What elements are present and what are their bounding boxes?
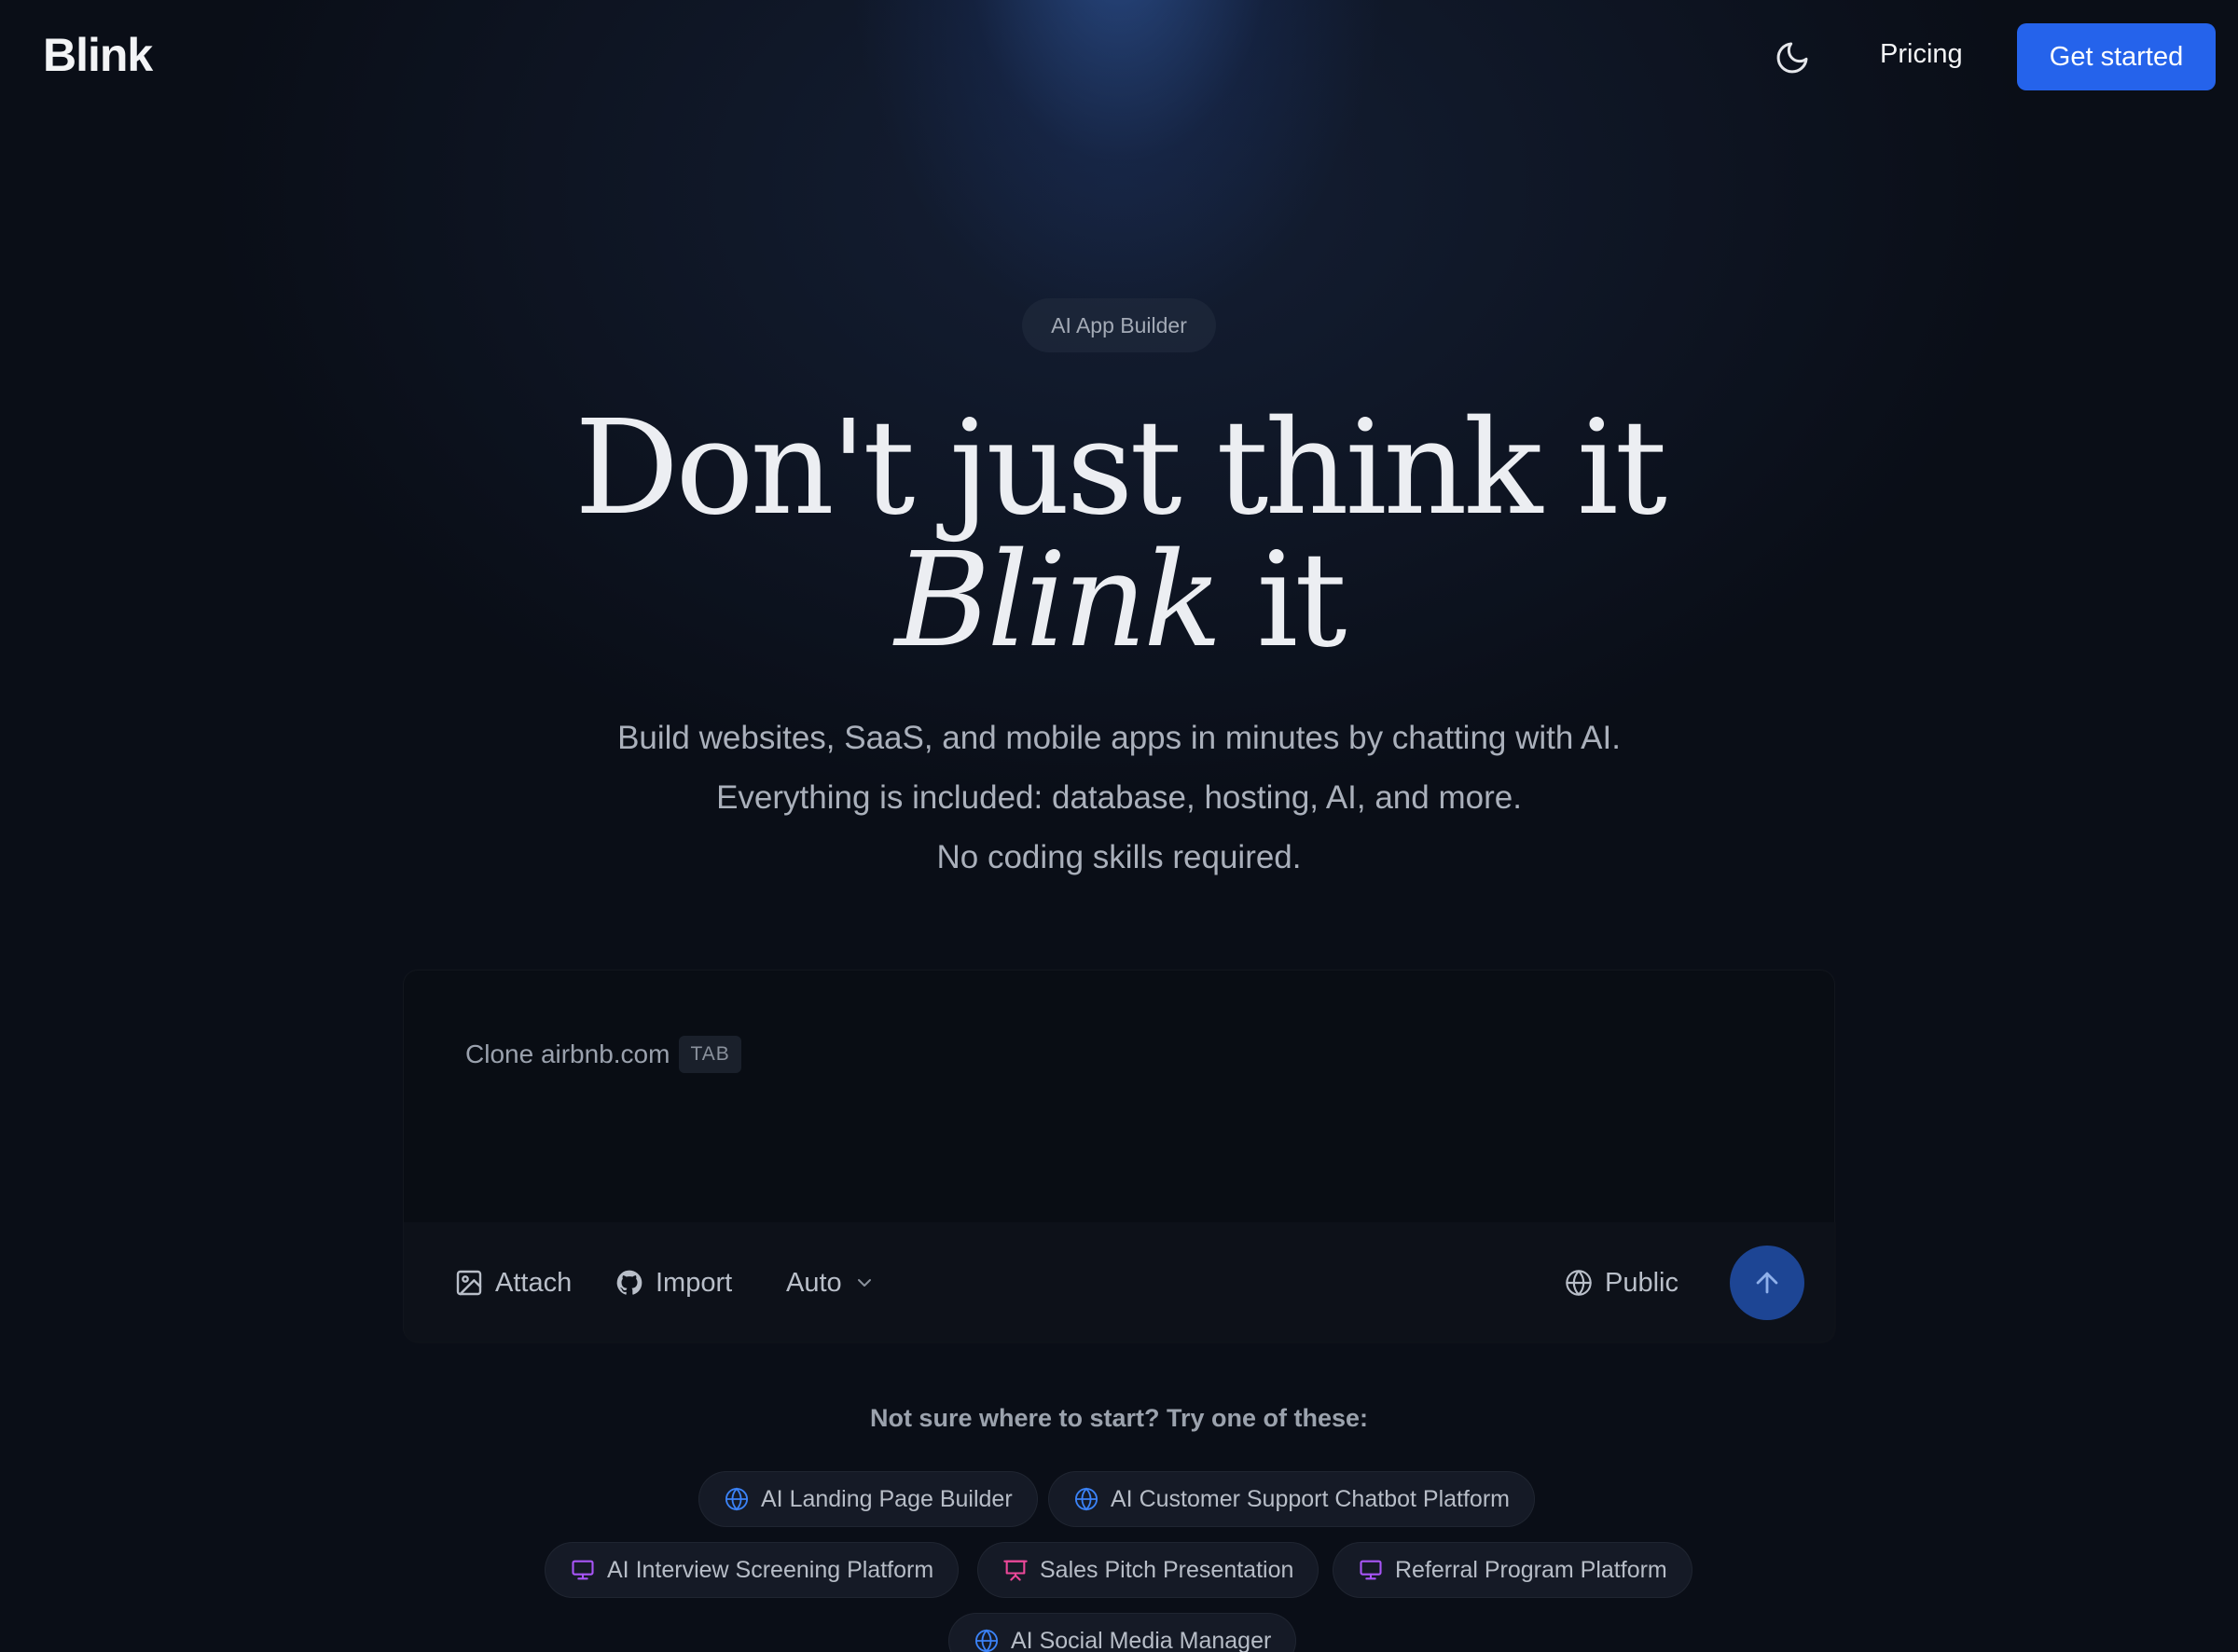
logo[interactable]: Blink: [43, 28, 153, 82]
globe-icon: [974, 1629, 999, 1652]
get-started-button[interactable]: Get started: [2017, 23, 2216, 90]
arrow-up-icon: [1756, 1272, 1778, 1294]
suggestion-chip[interactable]: AI Interview Screening Platform: [545, 1542, 960, 1598]
headline-line-2: Blink it: [0, 522, 2238, 681]
chevron-down-icon: [857, 1279, 871, 1287]
suggestion-label: AI Interview Screening Platform: [607, 1556, 934, 1583]
suggestion-label: AI Social Media Manager: [1011, 1627, 1272, 1652]
suggestion-label: Sales Pitch Presentation: [1040, 1556, 1294, 1583]
tab-key-hint: TAB: [679, 1036, 741, 1073]
prompt-box: Clone airbnb.com TAB Attach Import Auto: [403, 970, 1836, 1343]
send-button[interactable]: [1730, 1246, 1804, 1320]
subtitle-line-1: Build websites, SaaS, and mobile apps in…: [617, 720, 1621, 756]
hero-badge: AI App Builder: [1022, 298, 1216, 352]
globe-icon: [1074, 1487, 1098, 1511]
suggestion-chip[interactable]: Sales Pitch Presentation: [977, 1542, 1319, 1598]
headline-line-2-rest: it: [1218, 525, 1347, 677]
suggestion-chip[interactable]: AI Social Media Manager: [948, 1613, 1297, 1652]
globe-icon: [1566, 1270, 1592, 1296]
import-label: Import: [656, 1267, 733, 1298]
mode-label: Auto: [786, 1267, 842, 1298]
theme-toggle-moon-icon[interactable]: [1774, 39, 1811, 76]
image-icon: [456, 1270, 482, 1296]
monitor-icon: [1360, 1560, 1382, 1580]
subtitle-line-3: No coding skills required.: [936, 839, 1302, 875]
pricing-link[interactable]: Pricing: [1880, 39, 1963, 70]
suggestion-label: Referral Program Platform: [1395, 1556, 1667, 1583]
headline-brand-word: Blink: [894, 525, 1223, 677]
suggestions-title: Not sure where to start? Try one of thes…: [869, 1404, 1369, 1432]
suggestion-chip[interactable]: AI Customer Support Chatbot Platform: [1048, 1471, 1535, 1527]
attach-label: Attach: [495, 1267, 573, 1298]
prompt-input[interactable]: Clone airbnb.com TAB: [465, 1036, 741, 1073]
prompt-toolbar: Attach Import Auto Public: [404, 1222, 1836, 1343]
import-button[interactable]: Import: [615, 1222, 732, 1343]
prompt-placeholder: Clone airbnb.com: [465, 1039, 670, 1068]
landing-page: Blink Pricing Get started AI App Builder…: [0, 0, 2238, 1652]
suggestion-chip[interactable]: Referral Program Platform: [1333, 1542, 1692, 1598]
monitor-icon: [572, 1560, 594, 1580]
globe-icon: [725, 1487, 749, 1511]
visibility-toggle[interactable]: Public: [1564, 1222, 1678, 1343]
visibility-label: Public: [1605, 1267, 1678, 1298]
suggestion-label: AI Customer Support Chatbot Platform: [1111, 1485, 1510, 1512]
subtitle-line-2: Everything is included: database, hostin…: [716, 779, 1522, 816]
mode-select[interactable]: Auto: [786, 1222, 876, 1343]
attach-button[interactable]: Attach: [454, 1222, 572, 1343]
github-icon: [616, 1270, 642, 1295]
presentation-icon: [1003, 1560, 1028, 1581]
suggestion-label: AI Landing Page Builder: [761, 1485, 1013, 1512]
suggestion-chip[interactable]: AI Landing Page Builder: [698, 1471, 1038, 1527]
